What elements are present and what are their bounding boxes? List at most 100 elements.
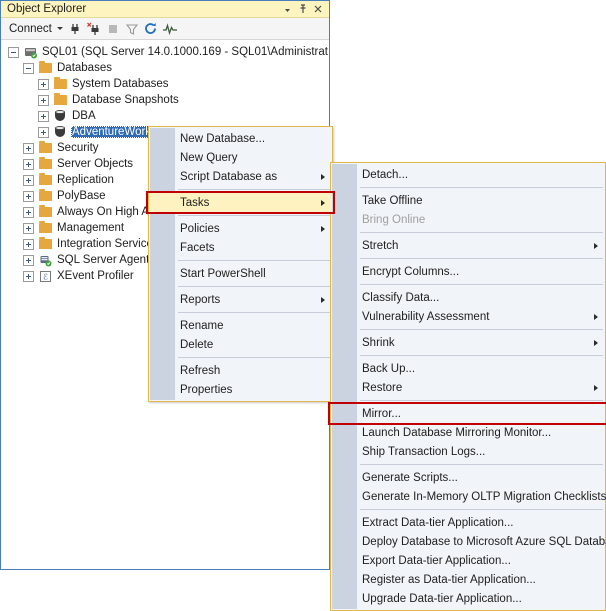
connect-button[interactable]: Connect <box>6 22 66 36</box>
tree-node[interactable]: SQL01 (SQL Server 14.0.1000.169 - SQL01\… <box>2 44 328 60</box>
folder-icon <box>38 157 52 171</box>
expand-icon[interactable] <box>38 110 49 122</box>
menu-item-label: Stretch <box>362 239 399 252</box>
menu-item[interactable]: Generate Scripts... <box>331 468 605 487</box>
menu-item[interactable]: Restore <box>331 378 605 397</box>
tree-node[interactable]: System Databases <box>2 76 328 92</box>
expand-icon[interactable] <box>23 238 34 250</box>
menu-item[interactable]: Vulnerability Assessment <box>331 307 605 326</box>
tree-node[interactable]: DBA <box>2 108 328 124</box>
submenu-arrow-icon <box>321 199 325 206</box>
tree-node-label: SQL01 (SQL Server 14.0.1000.169 - SQL01\… <box>42 46 328 58</box>
menu-item[interactable]: Take Offline <box>331 191 605 210</box>
menu-separator <box>360 509 603 510</box>
menu-item[interactable]: Ship Transaction Logs... <box>331 442 605 461</box>
menu-item[interactable]: Rename <box>149 316 332 335</box>
menu-item[interactable]: Properties <box>149 380 332 399</box>
tree-node-label: PolyBase <box>57 190 106 202</box>
object-explorer-toolbar: Connect <box>1 18 329 40</box>
menu-item[interactable]: Upgrade Data-tier Application... <box>331 589 605 608</box>
dropdown-icon[interactable] <box>280 2 295 17</box>
tree-node-label: SQL Server Agent <box>57 254 150 266</box>
menu-item[interactable]: Facets <box>149 238 332 257</box>
menu-item-label: Bring Online <box>362 213 426 226</box>
menu-item-label: Policies <box>180 222 220 235</box>
collapse-icon[interactable] <box>23 62 34 74</box>
connect-object-explorer-icon[interactable] <box>66 20 85 38</box>
expand-icon[interactable] <box>23 158 34 170</box>
submenu-arrow-icon <box>321 225 325 232</box>
submenu-arrow-icon <box>321 173 325 180</box>
menu-item: Bring Online <box>331 210 605 229</box>
disconnect-object-explorer-icon[interactable] <box>85 20 104 38</box>
menu-item[interactable]: Classify Data... <box>331 288 605 307</box>
pin-icon[interactable] <box>295 2 310 17</box>
menu-item-label: New Query <box>180 151 238 164</box>
menu-item[interactable]: Start PowerShell <box>149 264 332 283</box>
menu-separator <box>360 284 603 285</box>
expand-icon[interactable] <box>38 126 49 138</box>
menu-item[interactable]: Export Data-tier Application... <box>331 551 605 570</box>
menu-item[interactable]: Register as Data-tier Application... <box>331 570 605 589</box>
tree-node-label: Replication <box>57 174 114 186</box>
menu-item-label: Refresh <box>180 364 221 377</box>
menu-item-label: Generate Scripts... <box>362 471 458 484</box>
menu-item-label: Encrypt Columns... <box>362 265 460 278</box>
expand-icon[interactable] <box>23 142 34 154</box>
expand-icon[interactable] <box>23 206 34 218</box>
menu-item[interactable]: Generate In-Memory OLTP Migration Checkl… <box>331 487 606 506</box>
expand-icon[interactable] <box>23 190 34 202</box>
menu-item[interactable]: New Query <box>149 148 332 167</box>
expand-icon[interactable] <box>38 94 49 106</box>
tree-node[interactable]: Databases <box>2 60 328 76</box>
submenu-arrow-icon <box>594 242 598 249</box>
menu-item[interactable]: Encrypt Columns... <box>331 262 605 281</box>
expand-icon[interactable] <box>38 78 49 90</box>
menu-item[interactable]: Reports <box>149 290 332 309</box>
collapse-icon[interactable] <box>8 46 19 58</box>
menu-item[interactable]: Delete <box>149 335 332 354</box>
menu-item[interactable]: Script Database as <box>149 167 332 186</box>
tasks-submenu[interactable]: Detach... Take Offline Bring Online Stretch… <box>330 162 606 611</box>
menu-item-label: Properties <box>180 383 233 396</box>
submenu-arrow-icon <box>594 384 598 391</box>
expand-icon[interactable] <box>23 174 34 186</box>
expand-icon[interactable] <box>23 222 34 234</box>
tree-node-label: Security <box>57 142 99 154</box>
menu-item[interactable]: New Database... <box>149 129 332 148</box>
expand-icon[interactable] <box>23 270 34 282</box>
menu-item[interactable]: Tasks <box>149 193 332 212</box>
menu-separator <box>360 232 603 233</box>
menu-item[interactable]: Deploy Database to Microsoft Azure SQL D… <box>331 532 606 551</box>
tree-node-label: Database Snapshots <box>72 94 179 106</box>
menu-item-label: Detach... <box>362 168 409 181</box>
menu-item[interactable]: Policies <box>149 219 332 238</box>
menu-item-label: Mirror... <box>362 407 401 420</box>
menu-separator <box>178 357 330 358</box>
tree-node-label: System Databases <box>72 78 169 90</box>
refresh-icon[interactable] <box>142 20 161 38</box>
tree-node[interactable]: Database Snapshots <box>2 92 328 108</box>
folder-icon <box>38 205 52 219</box>
menu-item-label: Take Offline <box>362 194 423 207</box>
submenu-arrow-icon <box>321 296 325 303</box>
menu-item[interactable]: Stretch <box>331 236 605 255</box>
menu-item[interactable]: Refresh <box>149 361 332 380</box>
menu-item[interactable]: Shrink <box>331 333 605 352</box>
menu-item[interactable]: Back Up... <box>331 359 605 378</box>
menu-item[interactable]: Launch Database Mirroring Monitor... <box>331 423 605 442</box>
menu-item-label: Generate In-Memory OLTP Migration Checkl… <box>362 490 606 503</box>
close-icon[interactable] <box>310 2 325 17</box>
menu-item[interactable]: Mirror... <box>331 404 605 423</box>
expand-icon[interactable] <box>23 254 34 266</box>
tree-node-label: DBA <box>72 110 96 122</box>
menu-separator <box>178 215 330 216</box>
menu-item[interactable]: Extract Data-tier Application... <box>331 513 605 532</box>
menu-separator <box>360 329 603 330</box>
activity-monitor-icon[interactable] <box>161 20 180 38</box>
folder-icon <box>53 77 67 91</box>
filter-icon[interactable] <box>123 20 142 38</box>
folder-icon <box>38 237 52 251</box>
database-context-menu[interactable]: New Database... New Query Script Database … <box>148 126 333 402</box>
menu-item[interactable]: Detach... <box>331 165 605 184</box>
